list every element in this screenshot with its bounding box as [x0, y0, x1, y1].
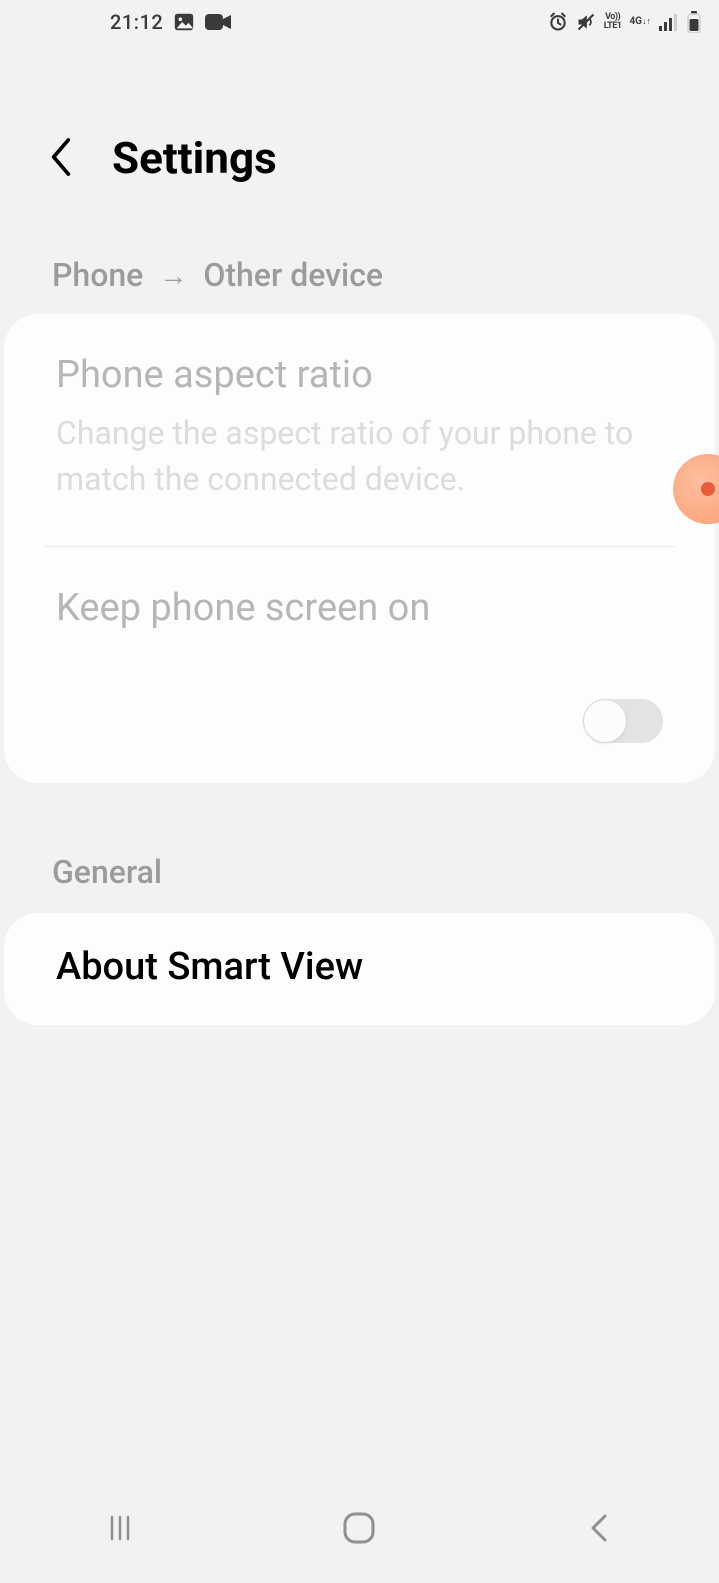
page-title: Settings — [112, 132, 277, 184]
arrow-right-icon: → — [159, 259, 187, 292]
keep-screen-toggle[interactable] — [583, 699, 663, 747]
nav-back-button[interactable] — [539, 1512, 659, 1544]
item-keep-screen-on[interactable]: Keep phone screen on — [4, 547, 715, 783]
item-phone-aspect-ratio[interactable]: Phone aspect ratio Change the aspect rat… — [4, 314, 715, 546]
item-title: About Smart View — [56, 945, 663, 989]
card-general: About Smart View — [4, 913, 715, 1025]
section-label-left: Phone — [52, 256, 143, 294]
section-label-right: Other device — [203, 256, 383, 294]
recents-icon — [105, 1513, 135, 1543]
item-title: Phone aspect ratio — [56, 352, 663, 400]
card-phone-other: Phone aspect ratio Change the aspect rat… — [4, 314, 715, 783]
item-about-smart-view[interactable]: About Smart View — [4, 913, 715, 1025]
back-button[interactable] — [46, 135, 76, 182]
section-general: General — [0, 783, 719, 913]
nav-recents-button[interactable] — [60, 1513, 180, 1543]
section-phone-other: Phone → Other device — [0, 240, 719, 314]
item-subtitle: Change the aspect ratio of your phone to… — [56, 410, 663, 503]
nav-back-icon — [586, 1512, 612, 1544]
nav-home-button[interactable] — [299, 1511, 419, 1545]
status-left: 21:12 — [18, 10, 231, 34]
alarm-icon — [548, 12, 568, 32]
mute-icon — [576, 12, 596, 32]
network-4g-icon: 4G↓↑ — [629, 17, 651, 27]
home-icon — [342, 1511, 376, 1545]
section-general-label: General — [52, 853, 162, 891]
status-right: Vo))LTE1 4G↓↑ — [548, 11, 701, 33]
volte-icon: Vo))LTE1 — [604, 13, 622, 31]
chevron-left-icon — [46, 135, 76, 179]
status-time: 21:12 — [110, 10, 163, 34]
picture-icon — [173, 11, 195, 33]
page-header: Settings — [0, 44, 719, 240]
system-navbar — [0, 1473, 719, 1583]
battery-icon — [687, 11, 701, 33]
signal-icon — [659, 13, 679, 31]
status-bar: 21:12 Vo))LTE1 4G↓↑ — [0, 0, 719, 44]
video-icon — [205, 12, 231, 32]
item-title: Keep phone screen on — [56, 585, 663, 633]
switch-off-icon — [583, 699, 663, 743]
